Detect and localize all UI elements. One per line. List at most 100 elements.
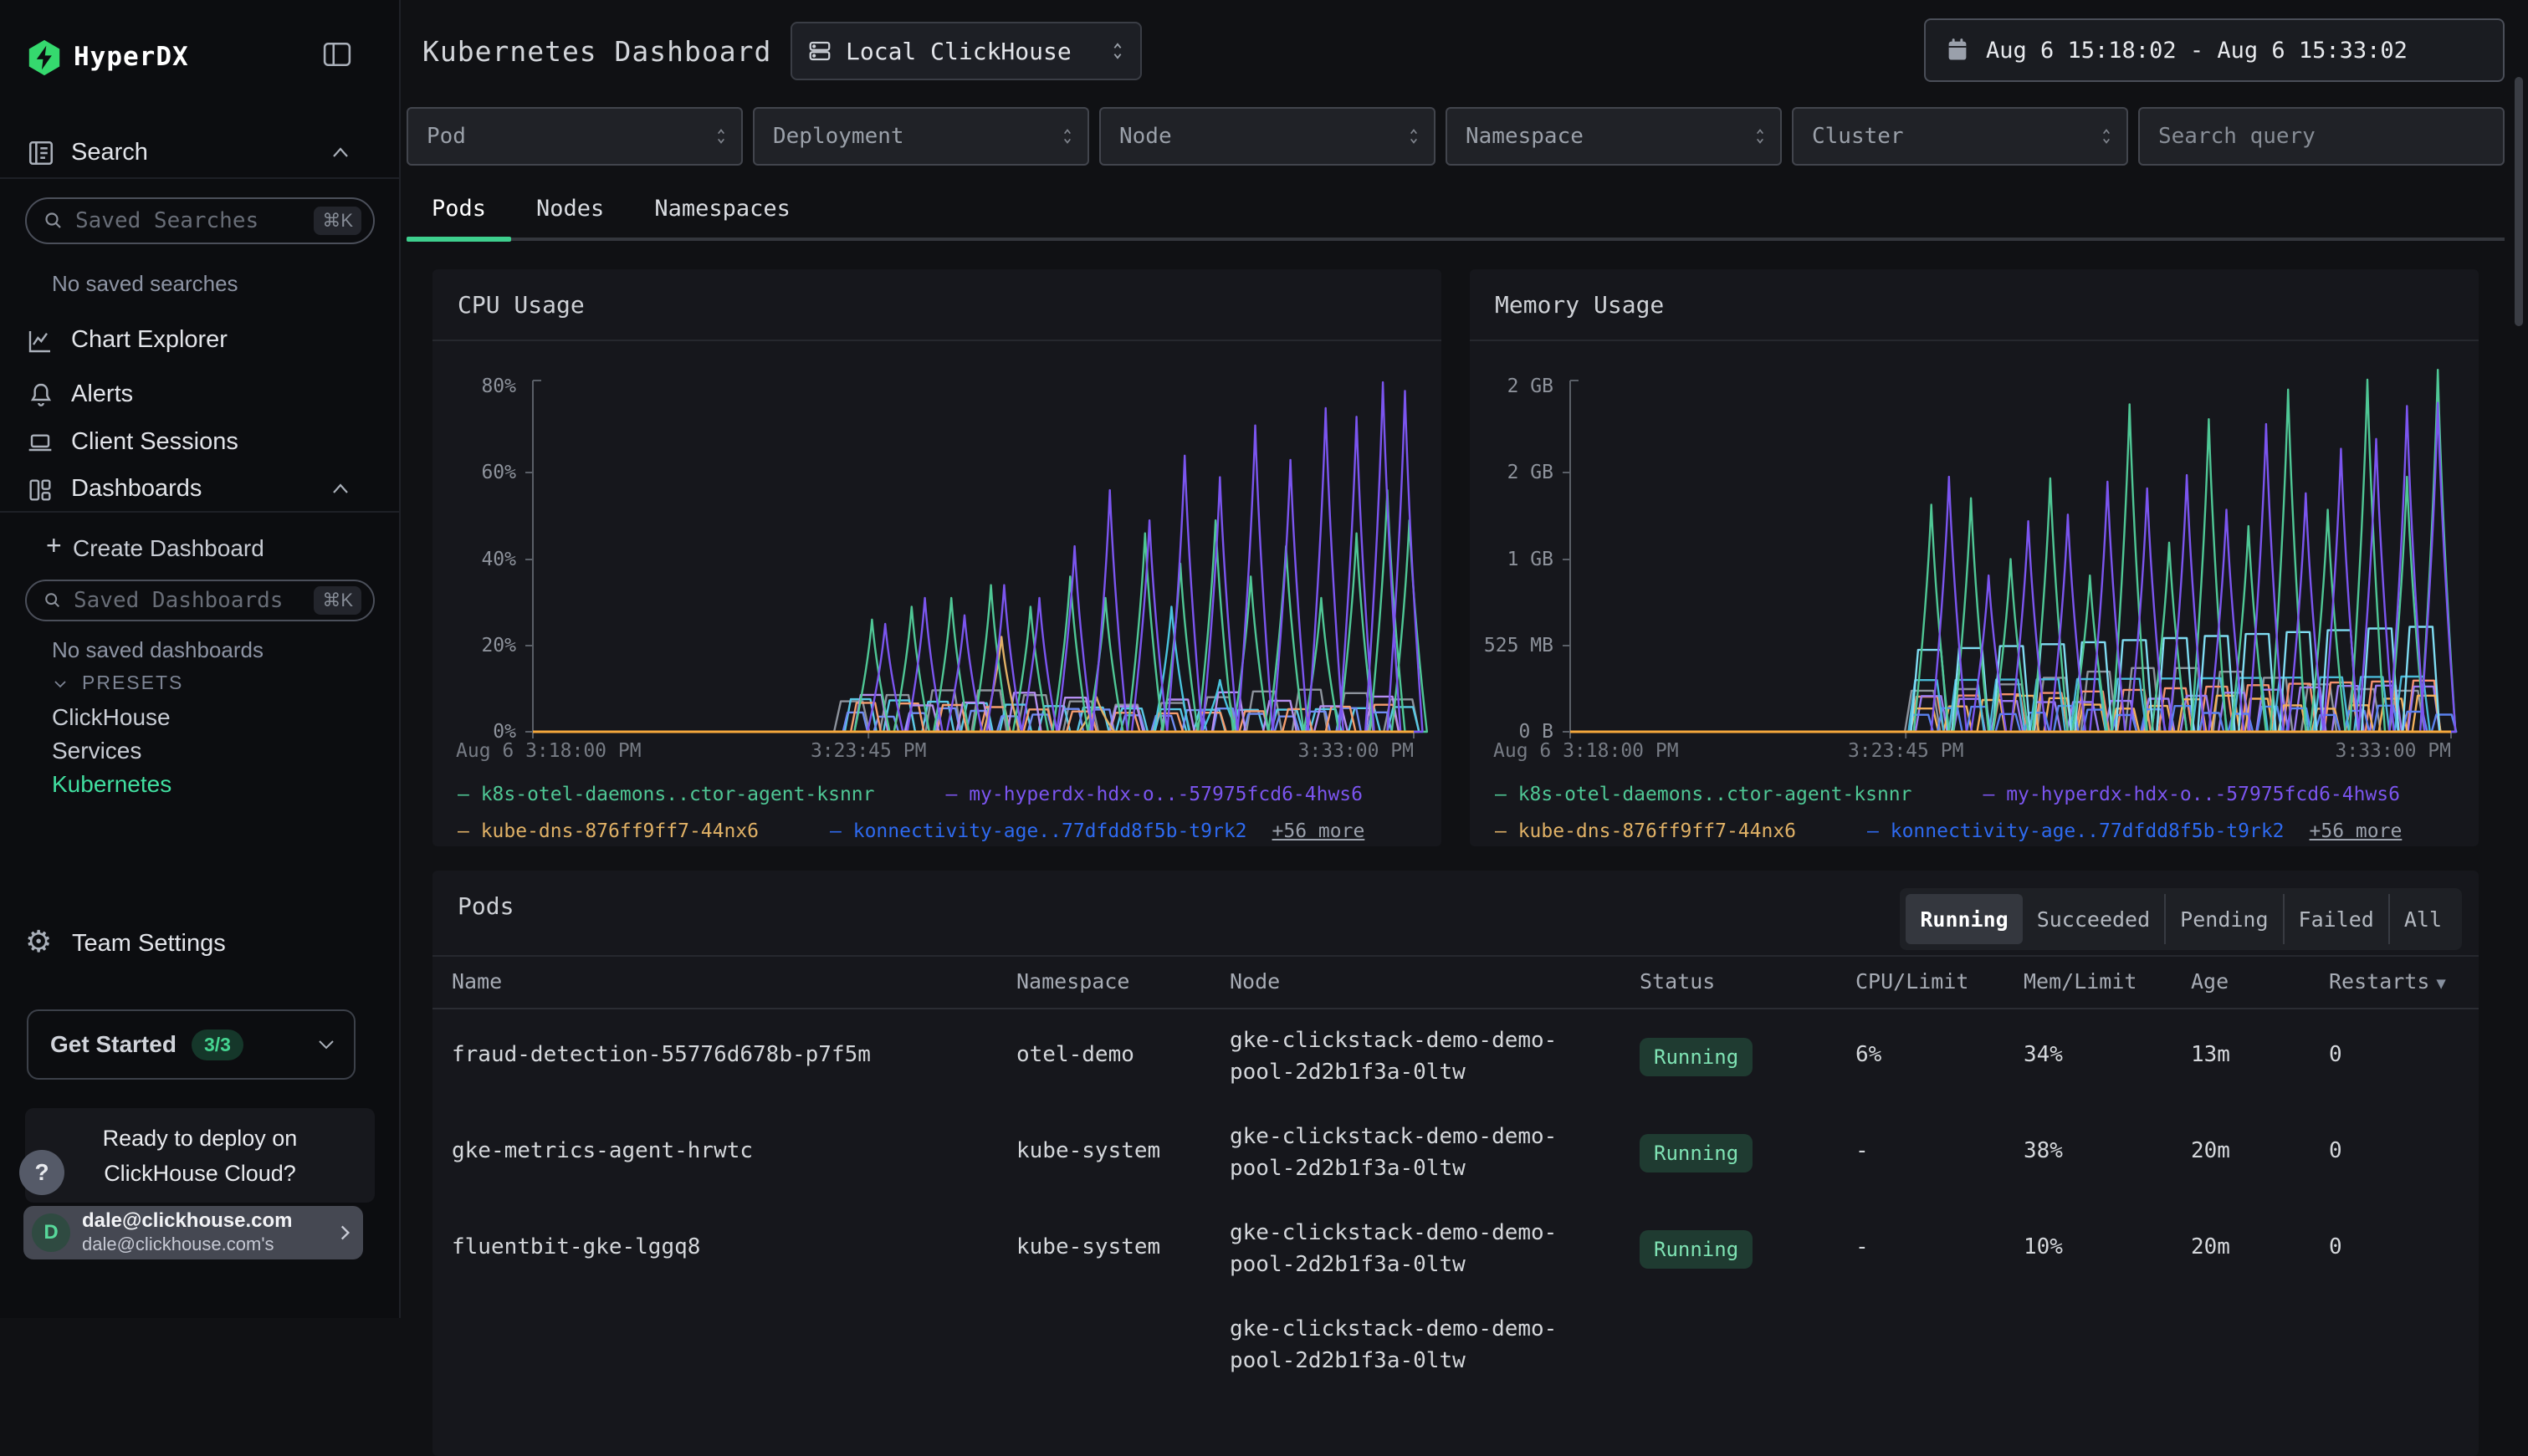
sidebar-preset-services[interactable]: Services xyxy=(52,734,171,768)
legend-more-link[interactable]: +56 more xyxy=(1272,813,1365,850)
page-title: Kubernetes Dashboard xyxy=(422,35,771,68)
filter-select-deployment[interactable]: Deployment xyxy=(753,107,1089,166)
tab-nodes[interactable]: Nodes xyxy=(511,179,629,238)
y-axis-tick-label: 40% xyxy=(444,549,516,570)
tab-namespaces[interactable]: Namespaces xyxy=(629,179,816,238)
filter-select-namespace[interactable]: Namespace xyxy=(1446,107,1782,166)
legend-item[interactable]: — my-hyperdx-hdx-o..-57975fcd6-4hws6 xyxy=(1983,776,2401,813)
help-button[interactable]: ? xyxy=(19,1150,64,1195)
search-query-input[interactable] xyxy=(2138,107,2505,166)
sidebar-item-team-settings[interactable]: Team Settings xyxy=(72,930,226,958)
column-header-cpu-limit[interactable]: CPU/Limit xyxy=(1855,969,1968,994)
saved-searches-input-wrap[interactable]: ⌘K xyxy=(25,197,375,244)
search-section-icon xyxy=(27,139,55,167)
datasource-select[interactable]: Local ClickHouse xyxy=(791,22,1142,80)
status-filter-running[interactable]: Running xyxy=(1906,894,2022,944)
y-axis-tick-label: 20% xyxy=(444,635,516,656)
sidebar-item-alerts[interactable]: Alerts xyxy=(71,381,133,408)
status-badge: Running xyxy=(1640,1038,1753,1076)
cpu-usage-title: CPU Usage xyxy=(458,291,585,319)
user-email: dale@clickhouse.com xyxy=(82,1209,336,1234)
status-filter-failed[interactable]: Failed xyxy=(2283,894,2388,944)
promo-line2: ClickHouse Cloud? xyxy=(25,1156,375,1191)
sidebar-item-chart-explorer[interactable]: Chart Explorer xyxy=(71,326,228,354)
table-row[interactable]: gke-clickstack-demo-demo-pool-2d2b1f3a-0… xyxy=(432,1296,2479,1392)
tab-pods[interactable]: Pods xyxy=(407,179,511,238)
x-axis-tick-label: 3:33:00 PM xyxy=(2336,740,2451,762)
status-filter-succeeded[interactable]: Succeeded xyxy=(2023,894,2164,944)
legend-item[interactable]: — konnectivity-age..77dfdd8f5b-t9rk2 xyxy=(830,813,1247,850)
get-started-label: Get Started xyxy=(50,1031,177,1058)
column-header-restarts[interactable]: Restarts▼ xyxy=(2329,969,2446,994)
filter-select-cluster[interactable]: Cluster xyxy=(1792,107,2128,166)
scrollbar[interactable] xyxy=(2515,77,2523,326)
saved-dashboards-input-wrap[interactable]: ⌘K xyxy=(25,580,375,621)
filter-select-pod[interactable]: Pod xyxy=(407,107,743,166)
pods-panel: Pods RunningSucceededPendingFailedAll Na… xyxy=(432,871,2479,1456)
get-started-progress-badge: 3/3 xyxy=(192,1029,243,1060)
y-axis-tick-label: 60% xyxy=(444,462,516,483)
cell-cpu-limit: - xyxy=(1855,1234,1869,1259)
column-header-age[interactable]: Age xyxy=(2191,969,2229,994)
sidebar-preset-clickhouse[interactable]: ClickHouse xyxy=(52,701,171,734)
legend-item[interactable]: — kube-dns-876ff9ff7-44nx6 xyxy=(458,813,759,850)
shortcut-badge: ⌘K xyxy=(314,207,361,235)
legend-item[interactable]: — konnectivity-age..77dfdd8f5b-t9rk2 xyxy=(1867,813,2285,850)
legend-item[interactable]: — my-hyperdx-hdx-o..-57975fcd6-4hws6 xyxy=(946,776,1364,813)
table-row[interactable]: fraud-detection-55776d678b-p7f5motel-dem… xyxy=(432,1008,2479,1104)
sidebar: HyperDX Search ⌘K No saved searches Char… xyxy=(0,0,401,1318)
sidebar-item-search[interactable]: Search xyxy=(71,139,148,166)
presets-section-label[interactable]: PRESETS xyxy=(82,672,183,694)
legend-item[interactable]: — k8s-otel-daemons..ctor-agent-ksnnr xyxy=(1495,776,1912,813)
y-axis-tick-label: 525 MB xyxy=(1481,635,1553,656)
cpu-chart[interactable] xyxy=(533,381,1414,732)
column-header-node[interactable]: Node xyxy=(1230,969,1280,994)
cell-age: 20m xyxy=(2191,1138,2230,1163)
legend-item[interactable]: — k8s-otel-daemons..ctor-agent-ksnnr xyxy=(458,776,875,813)
chevron-right-icon xyxy=(336,1222,353,1244)
chevron-up-icon[interactable] xyxy=(330,482,351,495)
x-axis-tick-label: Aug 6 3:18:00 PM xyxy=(1493,740,1679,762)
memory-chart[interactable] xyxy=(1570,381,2451,732)
user-menu[interactable]: D dale@clickhouse.com dale@clickhouse.co… xyxy=(23,1206,363,1259)
filter-placeholder: Namespace xyxy=(1466,124,1752,149)
sidebar-item-client-sessions[interactable]: Client Sessions xyxy=(71,428,238,456)
table-row[interactable]: gke-metrics-agent-hrwtckube-systemgke-cl… xyxy=(432,1104,2479,1200)
chevron-up-icon[interactable] xyxy=(330,146,351,159)
status-filter-all[interactable]: All xyxy=(2388,894,2456,944)
cell-name: fraud-detection-55776d678b-p7f5m xyxy=(452,1042,871,1067)
cell-restarts: 0 xyxy=(2329,1042,2342,1067)
pods-title: Pods xyxy=(458,892,514,920)
filter-placeholder: Deployment xyxy=(773,124,1059,149)
cell-restarts: 0 xyxy=(2329,1138,2342,1163)
filter-row: Pod Deployment Node Namespace Cluster xyxy=(407,107,2505,166)
get-started-button[interactable]: Get Started 3/3 xyxy=(27,1009,356,1080)
saved-dashboards-input[interactable] xyxy=(72,587,314,614)
sidebar-item-dashboards[interactable]: Dashboards xyxy=(71,475,202,503)
column-header-name[interactable]: Name xyxy=(452,969,502,994)
legend-item[interactable]: — kube-dns-876ff9ff7-44nx6 xyxy=(1495,813,1796,850)
select-chevrons-icon xyxy=(2098,125,2115,148)
time-range-picker[interactable]: Aug 6 15:18:02 - Aug 6 15:33:02 xyxy=(1924,18,2505,82)
clickhouse-cloud-promo-card[interactable]: Ready to deploy on ClickHouse Cloud? xyxy=(25,1108,375,1203)
datasource-value: Local ClickHouse xyxy=(846,38,1108,65)
column-header-status[interactable]: Status xyxy=(1640,969,1715,994)
column-header-namespace[interactable]: Namespace xyxy=(1016,969,1129,994)
laptop-icon xyxy=(27,430,54,457)
tab-track xyxy=(407,238,2505,241)
legend-more-link[interactable]: +56 more xyxy=(2310,813,2403,850)
cpu-usage-panel: CPU Usage 80%60%40%20%0%Aug 6 3:18:00 PM… xyxy=(432,269,1441,846)
filter-select-node[interactable]: Node xyxy=(1099,107,1435,166)
create-dashboard-button[interactable]: Create Dashboard xyxy=(73,535,264,562)
table-row[interactable]: fluentbit-gke-lggq8kube-systemgke-clicks… xyxy=(432,1200,2479,1296)
column-header-mem-limit[interactable]: Mem/Limit xyxy=(2024,969,2137,994)
cell-age: 13m xyxy=(2191,1042,2230,1067)
no-saved-searches-text: No saved searches xyxy=(52,271,238,297)
sidebar-preset-kubernetes[interactable]: Kubernetes xyxy=(52,768,171,801)
saved-searches-input[interactable] xyxy=(74,207,314,234)
active-tab-underline xyxy=(407,237,511,242)
promo-line1: Ready to deploy on xyxy=(25,1121,375,1156)
status-filter-pending[interactable]: Pending xyxy=(2164,894,2282,944)
chevron-down-icon[interactable] xyxy=(52,679,69,689)
collapse-sidebar-icon[interactable] xyxy=(323,42,351,67)
